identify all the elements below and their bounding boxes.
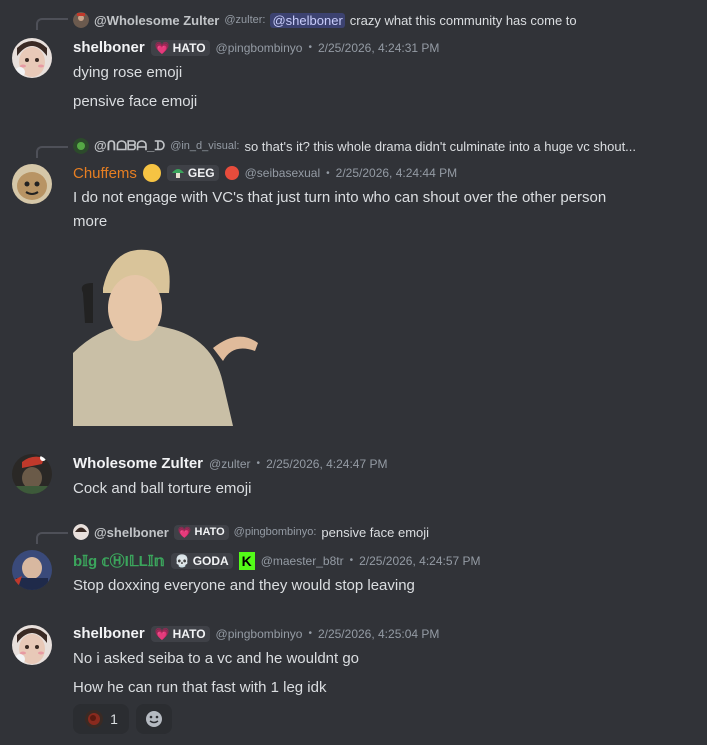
- timestamp[interactable]: 2/25/2026, 4:25:04 PM: [318, 627, 439, 641]
- skull-icon: 💀: [174, 553, 190, 568]
- add-reaction-button[interactable]: [136, 704, 172, 734]
- message-text: I do not engage with VC's that just turn…: [73, 189, 607, 206]
- message-text: Stop doxxing everyone and they would sto…: [73, 577, 415, 594]
- reply-avatar: [73, 524, 89, 540]
- user-handle: @pingbombinyo: [215, 626, 303, 641]
- reply-text: crazy what this community has come to: [349, 12, 577, 28]
- avatar[interactable]: [12, 164, 52, 204]
- reply-handle: @zulter:: [224, 14, 266, 26]
- user-handle: @zulter: [209, 456, 251, 471]
- reply-preview[interactable]: @Wholesome Zulter @zulter: @shelboner cr…: [73, 12, 577, 28]
- reply-connector: [36, 532, 68, 544]
- timestamp[interactable]: 2/25/2026, 4:24:44 PM: [336, 166, 457, 180]
- message-header: Wholesome Zulter @zulter • 2/25/2026, 4:…: [73, 455, 388, 472]
- heart-icon: 💗: [154, 40, 170, 55]
- message-text: more: [73, 213, 108, 230]
- avatar[interactable]: [12, 38, 52, 78]
- guild-tag[interactable]: 💗 HATO: [150, 625, 210, 642]
- reply-connector: [36, 146, 68, 158]
- separator-dot: •: [326, 167, 330, 179]
- reply-handle: @in_d_visual:: [170, 140, 240, 152]
- heart-icon: 💗: [154, 626, 170, 641]
- message-header: shelboner 💗 HATO @pingbombinyo • 2/25/20…: [73, 625, 439, 642]
- separator-dot: •: [349, 555, 354, 566]
- guild-tag[interactable]: 💀 GODA: [170, 552, 233, 569]
- reply-mention[interactable]: @shelboner: [270, 12, 345, 28]
- username[interactable]: Chuffems: [73, 165, 137, 182]
- message-header: Chuffems GEG @seibasexual • 2/25/2026, 4…: [73, 164, 457, 182]
- timestamp[interactable]: 2/25/2026, 4:24:57 PM: [359, 554, 480, 568]
- reply-avatar: [73, 138, 89, 154]
- username[interactable]: b𝕀g 𝕔ⒽI𝕃L𝕀𝕟: [73, 550, 165, 571]
- separator-dot: •: [308, 628, 312, 639]
- reply-author[interactable]: @shelboner: [94, 525, 169, 540]
- message-header: shelboner 💗 HATO @pingbombinyo • 2/25/20…: [73, 39, 439, 56]
- guild-tag[interactable]: GEG: [166, 165, 219, 181]
- message-text: Cock and ball torture emoji: [73, 480, 252, 497]
- username[interactable]: Wholesome Zulter: [73, 455, 203, 472]
- attached-image[interactable]: [73, 243, 261, 426]
- kick-logo-icon: K: [238, 551, 255, 570]
- role-icon: [224, 166, 239, 180]
- avatar[interactable]: [12, 625, 52, 665]
- reply-text: pensive face emoji: [321, 524, 430, 540]
- reply-preview[interactable]: @ᑎᗝᗷᗩ_ᗪ @in_d_visual: so that's it? this…: [73, 138, 703, 154]
- grimace-emoji-icon: [142, 164, 161, 182]
- mushroom-icon: [171, 169, 184, 178]
- reaction-button[interactable]: 1: [73, 704, 129, 734]
- reply-text: so that's it? this whole drama didn't cu…: [244, 138, 637, 154]
- reaction-emoji-icon: [85, 710, 104, 728]
- message-text: How he can run that fast with 1 leg idk: [73, 679, 327, 696]
- reply-handle: @pingbombinyo:: [233, 526, 317, 538]
- add-reaction-icon: [146, 711, 162, 727]
- heart-icon: 💗: [177, 526, 192, 539]
- timestamp[interactable]: 2/25/2026, 4:24:31 PM: [318, 41, 439, 55]
- username[interactable]: shelboner: [73, 39, 145, 56]
- username[interactable]: shelboner: [73, 625, 145, 642]
- message-text: No i asked seiba to a vc and he wouldnt …: [73, 650, 360, 667]
- avatar[interactable]: [12, 454, 52, 494]
- message-text: pensive face emoji: [73, 93, 198, 110]
- timestamp[interactable]: 2/25/2026, 4:24:47 PM: [266, 457, 387, 471]
- reply-preview[interactable]: @shelboner 💗 HATO @pingbombinyo: pensive…: [73, 524, 429, 540]
- avatar[interactable]: [12, 550, 52, 590]
- reply-connector: [36, 18, 68, 30]
- user-handle: @maester_b8tr: [260, 553, 344, 568]
- message-text: dying rose emoji: [73, 64, 183, 81]
- reaction-count: 1: [110, 711, 118, 727]
- user-handle: @seibasexual: [244, 166, 321, 180]
- reply-author[interactable]: @ᑎᗝᗷᗩ_ᗪ: [94, 138, 165, 154]
- reply-avatar: [73, 12, 89, 28]
- reply-author[interactable]: @Wholesome Zulter: [94, 13, 219, 28]
- separator-dot: •: [308, 42, 312, 53]
- separator-dot: •: [256, 458, 261, 469]
- guild-tag[interactable]: 💗 HATO: [150, 39, 210, 56]
- user-handle: @pingbombinyo: [215, 40, 303, 55]
- guild-tag[interactable]: 💗 HATO: [173, 524, 229, 540]
- message-header: b𝕀g 𝕔ⒽI𝕃L𝕀𝕟 💀 GODA K @maester_b8tr • 2/2…: [73, 550, 481, 571]
